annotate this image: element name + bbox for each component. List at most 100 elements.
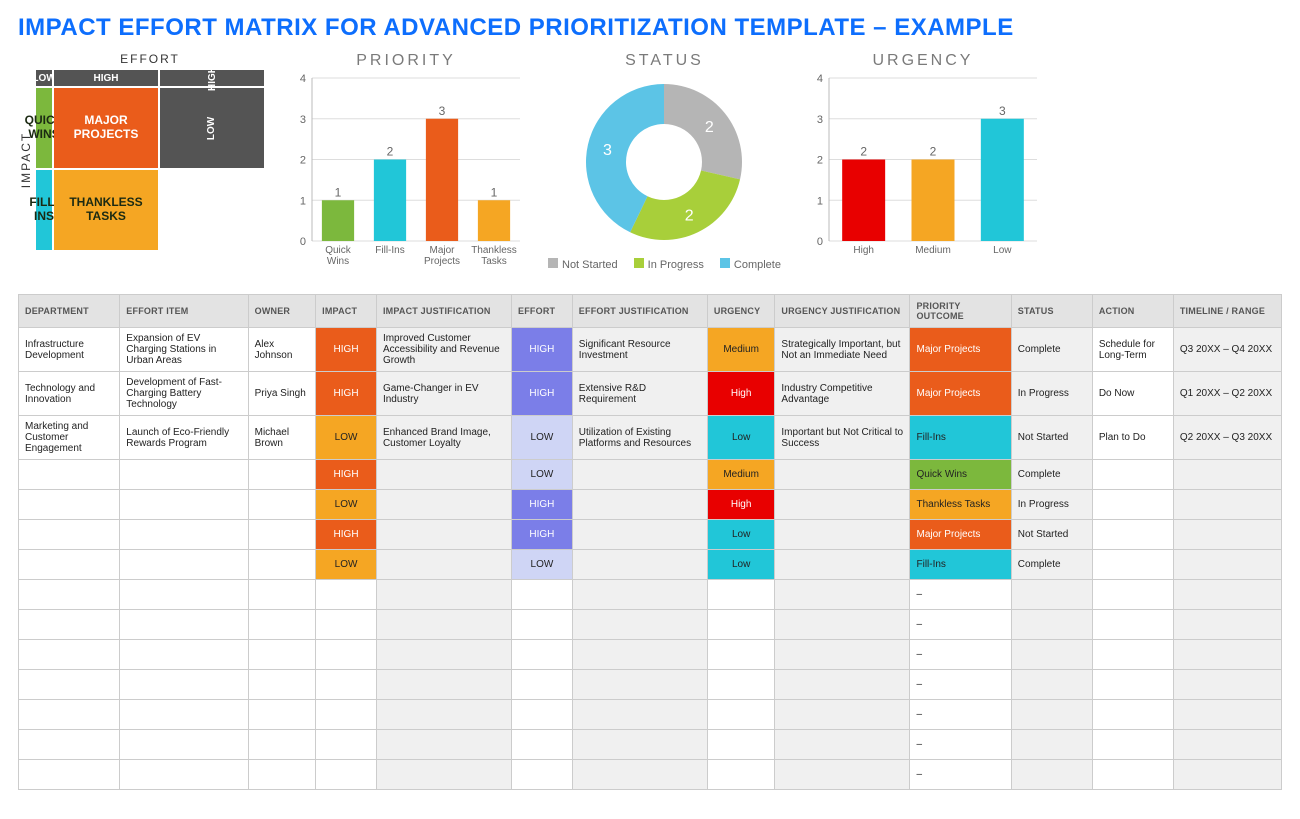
svg-text:3: 3 [999,104,1006,118]
table-cell [1092,730,1173,760]
bar [426,119,458,241]
svg-text:2: 2 [300,155,306,167]
table-cell [572,640,707,670]
table-cell [248,670,316,700]
table-cell [1092,520,1173,550]
table-cell: LOW [316,416,377,460]
table-cell: Major Projects [910,372,1011,416]
table-cell [1011,760,1092,790]
svg-text:3: 3 [603,142,612,159]
table-cell [1011,700,1092,730]
matrix-axis-effort: EFFORT [36,52,264,68]
table-cell [248,640,316,670]
table-cell: – [910,730,1011,760]
table-cell [707,580,775,610]
table-cell: High [707,490,775,520]
table-header: OWNER [248,295,316,328]
table-cell [19,520,120,550]
svg-text:Medium: Medium [915,245,951,256]
table-cell: Thankless Tasks [910,490,1011,520]
svg-text:4: 4 [817,73,823,85]
urgency-chart-title: URGENCY [803,52,1043,70]
dashboard-row: EFFORT IMPACT LOW HIGH HIGH QUICK WINS M… [18,52,1282,280]
table-cell [120,730,248,760]
table-cell: HIGH [512,490,573,520]
bar [322,200,354,241]
table-cell [248,520,316,550]
table-cell [120,550,248,580]
table-cell [1092,640,1173,670]
table-cell [316,670,377,700]
table-cell [775,490,910,520]
table-cell [707,640,775,670]
table-cell [316,730,377,760]
table-cell: Q1 20XX – Q2 20XX [1173,372,1281,416]
table-row: – [19,700,1282,730]
table-cell [775,670,910,700]
table-cell [572,700,707,730]
table-cell: Development of Fast-Charging Battery Tec… [120,372,248,416]
table-cell [248,730,316,760]
table-cell: Schedule for Long-Term [1092,328,1173,372]
table-row: – [19,760,1282,790]
table-cell [1092,700,1173,730]
table-row: Technology and InnovationDevelopment of … [19,372,1282,416]
table-cell [120,640,248,670]
status-chart-title: STATUS [548,52,781,70]
table-cell [1173,580,1281,610]
table-cell: LOW [316,490,377,520]
table-cell [376,610,511,640]
table-header: PRIORITY OUTCOME [910,295,1011,328]
status-chart: STATUS 223 Not StartedIn ProgressComplet… [548,52,781,271]
table-cell: Technology and Innovation [19,372,120,416]
table-cell [19,760,120,790]
table-header: IMPACT JUSTIFICATION [376,295,511,328]
table-cell [1173,520,1281,550]
table-cell: Strategically Important, but Not an Imme… [775,328,910,372]
table-header: TIMELINE / RANGE [1173,295,1281,328]
table-cell [775,520,910,550]
table-cell [19,640,120,670]
svg-text:Thankless: Thankless [471,245,517,256]
table-cell: Major Projects [910,520,1011,550]
table-row: LOW HIGH High Thankless TasksIn Progress [19,490,1282,520]
table-cell: LOW [512,416,573,460]
table-row: HIGHLOWMediumQuick WinsComplete [19,460,1282,490]
table-row: – [19,610,1282,640]
table-cell [1011,730,1092,760]
table-cell [1173,550,1281,580]
table-cell [376,580,511,610]
svg-text:2: 2 [705,119,714,136]
table-cell [572,760,707,790]
table-cell [707,760,775,790]
table-cell [1092,670,1173,700]
page-title: IMPACT EFFORT MATRIX FOR ADVANCED PRIORI… [18,14,1282,42]
table-cell [248,580,316,610]
table-row: LOWLOWLowFill-InsComplete [19,550,1282,580]
table-cell [775,700,910,730]
table-cell: Low [707,520,775,550]
table-header: URGENCY JUSTIFICATION [775,295,910,328]
table-cell [120,520,248,550]
table-cell [1173,670,1281,700]
table-cell [1173,490,1281,520]
table-cell [1173,610,1281,640]
table-cell: Significant Resource Investment [572,328,707,372]
table-cell [572,610,707,640]
status-legend: Not StartedIn ProgressComplete [548,258,781,271]
table-cell [19,670,120,700]
table-cell: In Progress [1011,490,1092,520]
table-cell: Quick Wins [910,460,1011,490]
table-cell [376,730,511,760]
table-cell: Michael Brown [248,416,316,460]
table-cell [1173,730,1281,760]
table-cell [1011,580,1092,610]
table-cell [1173,460,1281,490]
matrix-hdr-impact-high: HIGH [160,70,264,86]
table-cell [19,490,120,520]
table-cell: Low [707,550,775,580]
matrix-hdr-effort-low: LOW [36,70,52,86]
table-cell: Infrastructure Development [19,328,120,372]
svg-text:Low: Low [993,245,1012,256]
table-cell [1092,580,1173,610]
